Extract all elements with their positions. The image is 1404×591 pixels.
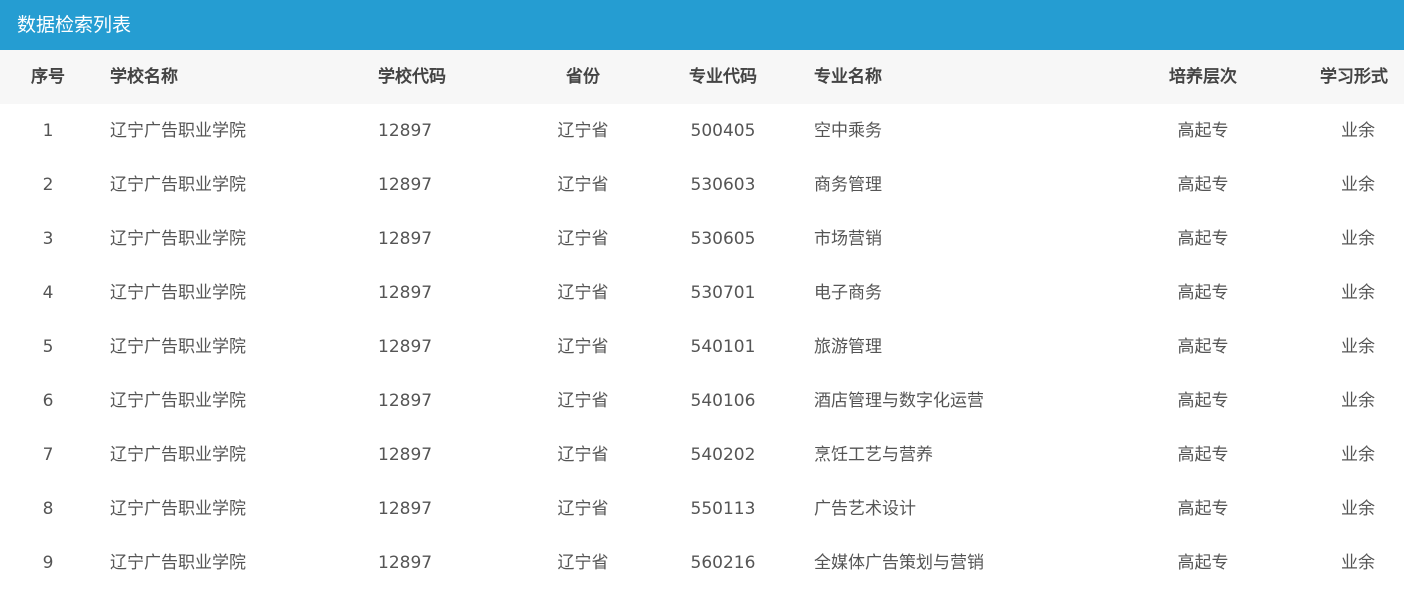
cell-major-name: 酒店管理与数字化运营	[814, 391, 984, 411]
cell-major-name: 旅游管理	[814, 337, 882, 357]
cell-major-code: 540202	[690, 445, 756, 465]
cell-major-code: 560216	[690, 553, 756, 573]
cell-study-mode: 业余	[1341, 229, 1375, 249]
table-row: 9 辽宁广告职业学院 12897 辽宁省 560216 全媒体广告策划与营销 高起专 业余	[0, 536, 1404, 590]
table-body: 1 辽宁广告职业学院 12897 辽宁省 500405 空中乘务 高起专 业余 2 辽宁广告职业学…	[0, 104, 1404, 590]
table-header-row: 序号 学校名称 学校代码 省份 专业代码 专业名称 培养层次 学习形式	[0, 50, 1404, 104]
cell-major-code: 530605	[690, 229, 756, 249]
cell-index: 3	[42, 229, 54, 249]
cell-level: 高起专	[1177, 337, 1229, 357]
cell-index: 1	[42, 121, 54, 141]
table-row: 7 辽宁广告职业学院 12897 辽宁省 540202 烹饪工艺与营养 高起专 业余	[0, 428, 1404, 482]
cell-study-mode: 业余	[1341, 553, 1375, 573]
cell-level: 高起专	[1177, 229, 1229, 249]
cell-study-mode: 业余	[1341, 283, 1375, 303]
column-header-index: 序号	[31, 67, 65, 87]
column-header-major-code: 专业代码	[689, 67, 757, 87]
cell-province: 辽宁省	[557, 499, 609, 519]
cell-school-code: 12897	[378, 391, 433, 411]
cell-major-code: 550113	[690, 499, 756, 519]
cell-index: 5	[42, 337, 54, 357]
column-header-level: 培养层次	[1169, 67, 1237, 87]
cell-province: 辽宁省	[557, 391, 609, 411]
cell-major-code: 540101	[690, 337, 756, 357]
cell-province: 辽宁省	[557, 121, 609, 141]
cell-study-mode: 业余	[1341, 175, 1375, 195]
cell-province: 辽宁省	[557, 175, 609, 195]
cell-study-mode: 业余	[1341, 391, 1375, 411]
cell-school-name: 辽宁广告职业学院	[110, 175, 246, 195]
cell-school-code: 12897	[378, 283, 433, 303]
cell-school-name: 辽宁广告职业学院	[110, 499, 246, 519]
cell-major-name: 全媒体广告策划与营销	[814, 553, 984, 573]
cell-school-name: 辽宁广告职业学院	[110, 337, 246, 357]
cell-school-code: 12897	[378, 553, 433, 573]
cell-level: 高起专	[1177, 175, 1229, 195]
cell-index: 4	[42, 283, 54, 303]
cell-study-mode: 业余	[1341, 121, 1375, 141]
cell-index: 8	[42, 499, 54, 519]
column-header-major-name: 专业名称	[814, 67, 882, 87]
cell-school-code: 12897	[378, 175, 433, 195]
cell-major-name: 商务管理	[814, 175, 882, 195]
column-header-school-code: 学校代码	[378, 67, 446, 87]
table-row: 8 辽宁广告职业学院 12897 辽宁省 550113 广告艺术设计 高起专 业余	[0, 482, 1404, 536]
cell-level: 高起专	[1177, 283, 1229, 303]
table-row: 3 辽宁广告职业学院 12897 辽宁省 530605 市场营销 高起专 业余	[0, 212, 1404, 266]
cell-major-name: 电子商务	[814, 283, 882, 303]
cell-level: 高起专	[1177, 499, 1229, 519]
cell-major-name: 广告艺术设计	[814, 499, 916, 519]
cell-major-code: 500405	[690, 121, 756, 141]
cell-province: 辽宁省	[557, 553, 609, 573]
data-search-panel: 数据检索列表 序号 学校名称 学校代码 省份 专业代码 专业名称 培养层次 学习…	[0, 0, 1404, 591]
cell-major-code: 530701	[690, 283, 756, 303]
cell-study-mode: 业余	[1341, 445, 1375, 465]
cell-school-code: 12897	[378, 445, 433, 465]
cell-major-name: 空中乘务	[814, 121, 882, 141]
column-header-school-name: 学校名称	[110, 67, 178, 87]
table-row: 2 辽宁广告职业学院 12897 辽宁省 530603 商务管理 高起专 业余	[0, 158, 1404, 212]
cell-school-code: 12897	[378, 499, 433, 519]
cell-index: 2	[42, 175, 54, 195]
cell-level: 高起专	[1177, 121, 1229, 141]
column-header-study-mode: 学习形式	[1320, 67, 1388, 87]
cell-level: 高起专	[1177, 445, 1229, 465]
cell-province: 辽宁省	[557, 445, 609, 465]
cell-province: 辽宁省	[557, 283, 609, 303]
cell-major-code: 540106	[690, 391, 756, 411]
cell-school-name: 辽宁广告职业学院	[110, 391, 246, 411]
cell-school-name: 辽宁广告职业学院	[110, 121, 246, 141]
cell-index: 7	[42, 445, 54, 465]
panel-title: 数据检索列表	[0, 0, 1404, 50]
cell-school-name: 辽宁广告职业学院	[110, 229, 246, 249]
cell-index: 6	[42, 391, 54, 411]
cell-major-name: 烹饪工艺与营养	[814, 445, 933, 465]
column-header-province: 省份	[566, 67, 600, 87]
cell-school-name: 辽宁广告职业学院	[110, 553, 246, 573]
cell-study-mode: 业余	[1341, 499, 1375, 519]
cell-province: 辽宁省	[557, 337, 609, 357]
cell-level: 高起专	[1177, 553, 1229, 573]
cell-school-name: 辽宁广告职业学院	[110, 283, 246, 303]
cell-school-code: 12897	[378, 229, 433, 249]
cell-province: 辽宁省	[557, 229, 609, 249]
cell-index: 9	[42, 553, 54, 573]
cell-school-code: 12897	[378, 121, 433, 141]
table-row: 4 辽宁广告职业学院 12897 辽宁省 530701 电子商务 高起专 业余	[0, 266, 1404, 320]
results-table: 序号 学校名称 学校代码 省份 专业代码 专业名称 培养层次 学习形式 1 辽宁广…	[0, 50, 1404, 590]
cell-major-name: 市场营销	[814, 229, 882, 249]
cell-major-code: 530603	[690, 175, 756, 195]
cell-study-mode: 业余	[1341, 337, 1375, 357]
table-row: 1 辽宁广告职业学院 12897 辽宁省 500405 空中乘务 高起专 业余	[0, 104, 1404, 158]
cell-school-name: 辽宁广告职业学院	[110, 445, 246, 465]
cell-school-code: 12897	[378, 337, 433, 357]
table-row: 5 辽宁广告职业学院 12897 辽宁省 540101 旅游管理 高起专 业余	[0, 320, 1404, 374]
cell-level: 高起专	[1177, 391, 1229, 411]
table-row: 6 辽宁广告职业学院 12897 辽宁省 540106 酒店管理与数字化运营 高起专 业余	[0, 374, 1404, 428]
